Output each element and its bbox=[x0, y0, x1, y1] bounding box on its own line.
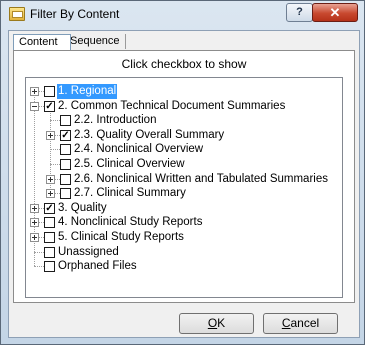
tree-node-label[interactable]: 2.6. Nonclinical Written and Tabulated S… bbox=[73, 172, 329, 187]
tree-node[interactable]: ✓ 2. Common Technical Document Summaries bbox=[30, 99, 326, 114]
tree-node-label[interactable]: 2.4. Nonclinical Overview bbox=[73, 142, 204, 157]
tree-node-checkbox[interactable]: ✓ bbox=[44, 100, 55, 112]
title-bar[interactable]: Filter By Content ? ✕ bbox=[1, 1, 364, 27]
ok-accelerator: O bbox=[207, 316, 218, 330]
tree-node[interactable]: 2.7. Clinical Summary bbox=[46, 186, 326, 201]
tree-node[interactable]: ✓ 3. Quality bbox=[30, 201, 326, 216]
expand-icon[interactable] bbox=[30, 233, 39, 242]
expand-icon[interactable] bbox=[46, 189, 55, 199]
tree-node[interactable]: 4. Nonclinical Study Reports bbox=[30, 215, 326, 230]
expand-icon[interactable] bbox=[46, 174, 55, 184]
tree-guide-line bbox=[34, 251, 44, 253]
tree-node-label[interactable]: 2.7. Clinical Summary bbox=[73, 186, 187, 201]
tree-guide-line bbox=[50, 164, 60, 165]
ok-label-rest: K bbox=[217, 316, 226, 330]
tree-node-checkbox[interactable]: ✓ bbox=[44, 202, 55, 214]
tree-node-label[interactable]: Orphaned Files bbox=[57, 259, 138, 274]
expand-icon[interactable] bbox=[30, 218, 39, 228]
tab-content[interactable]: Content bbox=[13, 34, 71, 50]
tree-guide-line bbox=[34, 266, 44, 268]
help-button[interactable]: ? bbox=[286, 3, 313, 22]
filter-by-content-dialog: Filter By Content ? ✕ Content Sequence C… bbox=[0, 0, 365, 345]
tab-sequence[interactable]: Sequence bbox=[65, 34, 126, 49]
close-button[interactable]: ✕ bbox=[312, 3, 358, 22]
tree-node[interactable]: ✓ 2.3. Quality Overall Summary bbox=[46, 128, 326, 143]
tree-node-checkbox[interactable] bbox=[44, 246, 55, 258]
tree-node[interactable]: Unassigned bbox=[30, 245, 326, 260]
tree-node-label[interactable]: 2.3. Quality Overall Summary bbox=[73, 128, 225, 143]
instruction-text: Click checkbox to show bbox=[121, 57, 247, 71]
tree-guide-line bbox=[50, 149, 60, 151]
tree-node-label[interactable]: 1. Regional bbox=[57, 84, 118, 99]
content-tab-panel: Click checkbox to show 1. Regional ✓ 2. Co… bbox=[13, 50, 355, 303]
tree-guide-line bbox=[50, 120, 60, 122]
tree-node[interactable]: 2.5. Clinical Overview bbox=[46, 157, 326, 172]
tree-node-checkbox[interactable] bbox=[44, 232, 55, 243]
window-title: Filter By Content bbox=[30, 7, 120, 21]
tree-node-checkbox[interactable] bbox=[44, 86, 55, 97]
ok-button[interactable]: OK bbox=[179, 313, 254, 334]
tree-node[interactable]: 2.2. Introduction bbox=[46, 113, 326, 128]
tree-node[interactable]: 1. Regional bbox=[30, 84, 326, 99]
app-icon bbox=[9, 7, 25, 21]
tree-node[interactable]: 2.6. Nonclinical Written and Tabulated S… bbox=[46, 172, 329, 187]
content-tree[interactable]: 1. Regional ✓ 2. Common Technical Document… bbox=[25, 77, 343, 298]
tree-node-checkbox[interactable] bbox=[60, 115, 71, 127]
tree-node-label[interactable]: 2. Common Technical Document Summaries bbox=[57, 99, 286, 114]
expand-icon[interactable] bbox=[46, 130, 55, 140]
tree-node-label[interactable]: 2.2. Introduction bbox=[73, 113, 157, 128]
tree-node-label[interactable]: 4. Nonclinical Study Reports bbox=[57, 215, 203, 230]
cancel-label-rest: ancel bbox=[290, 316, 320, 330]
tree-node-label[interactable]: 2.5. Clinical Overview bbox=[73, 157, 186, 172]
expand-icon[interactable] bbox=[30, 203, 39, 213]
tree-node-label[interactable]: 3. Quality bbox=[57, 201, 108, 216]
tree-node[interactable]: Orphaned Files bbox=[30, 259, 326, 274]
expand-icon[interactable] bbox=[30, 87, 39, 96]
tree-node[interactable]: 2.4. Nonclinical Overview bbox=[46, 142, 326, 157]
tree-node-checkbox[interactable] bbox=[60, 159, 71, 170]
tree-node-checkbox[interactable] bbox=[60, 173, 71, 185]
tree-node-label[interactable]: Unassigned bbox=[57, 245, 120, 260]
tree-node-checkbox[interactable] bbox=[44, 217, 55, 229]
dialog-client-area: Content Sequence Click checkbox to show … bbox=[8, 30, 360, 338]
cancel-button[interactable]: Cancel bbox=[263, 313, 338, 334]
tree-node-checkbox[interactable]: ✓ bbox=[60, 129, 71, 141]
tree-node-label[interactable]: 5. Clinical Study Reports bbox=[57, 230, 185, 245]
tree-node[interactable]: 5. Clinical Study Reports bbox=[30, 230, 326, 245]
tree-node-checkbox[interactable] bbox=[60, 144, 71, 156]
tree-node-checkbox[interactable] bbox=[60, 188, 71, 200]
tree-node-checkbox[interactable] bbox=[44, 261, 55, 273]
collapse-icon[interactable] bbox=[30, 101, 39, 111]
